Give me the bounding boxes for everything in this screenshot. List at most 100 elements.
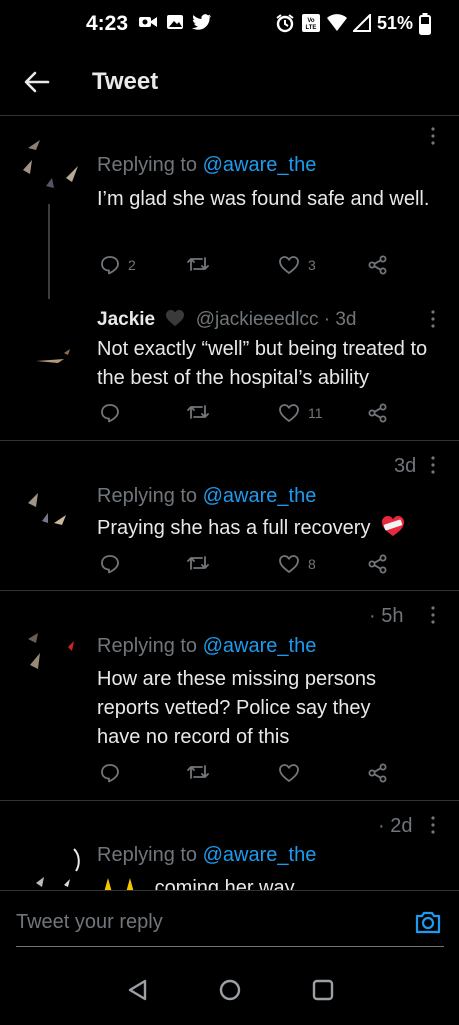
replying-prefix: Replying to xyxy=(97,635,198,657)
tweet-text: coming her way xyxy=(97,874,447,890)
reply-button[interactable] xyxy=(100,403,120,423)
heart-icon xyxy=(279,764,299,782)
twitter-bird-icon xyxy=(192,14,211,30)
replying-to-line: Replying to @aware_the xyxy=(97,844,316,867)
share-button[interactable] xyxy=(368,255,388,275)
like-count: 8 xyxy=(308,556,316,572)
battery-percentage: 51% xyxy=(377,13,414,33)
wifi-icon xyxy=(327,14,347,31)
tweet-text: How are these missing persons reports ve… xyxy=(97,668,377,748)
tweet-time: 3d xyxy=(394,455,417,477)
tweet-text: Praying she has a full recovery xyxy=(97,514,457,543)
mention-link[interactable]: @aware_the xyxy=(203,154,317,176)
tweet-card[interactable]: · 5h Replying to @aware_the How are thes… xyxy=(0,591,459,801)
like-button[interactable]: 3 xyxy=(278,255,316,275)
tweet-text-content: Praying she has a full recovery xyxy=(97,517,371,539)
heart-icon xyxy=(279,404,299,422)
share-button[interactable] xyxy=(368,554,388,574)
reply-feed[interactable]: Replying to @aware_the I’m glad she was … xyxy=(0,115,459,890)
status-bar: 4:23 Vo LTE 51% xyxy=(0,0,459,50)
status-time: 4:23 xyxy=(86,12,129,35)
input-underline xyxy=(16,946,444,947)
avatar[interactable] xyxy=(18,463,82,527)
nav-home-circle-icon[interactable] xyxy=(217,977,243,1003)
like-count: 11 xyxy=(308,405,323,421)
more-options-icon[interactable] xyxy=(428,455,438,475)
tweet-card[interactable]: Replying to @aware_the I’m glad she was … xyxy=(0,116,459,301)
gallery-icon xyxy=(167,15,183,29)
avatar[interactable] xyxy=(18,829,82,890)
share-icon xyxy=(368,403,387,423)
retweet-icon xyxy=(187,405,209,419)
tweet-card[interactable]: Jackie @jackieeedlcc · 3d Not exactly “w… xyxy=(0,301,459,441)
battery-icon xyxy=(419,13,431,35)
reply-count: 2 xyxy=(128,257,136,273)
top-app-bar: Tweet xyxy=(0,55,459,110)
replying-to-line: Replying to @aware_the xyxy=(97,485,316,508)
reply-button[interactable] xyxy=(100,763,120,783)
video-camera-icon xyxy=(139,17,157,27)
volte-icon: VoLTE xyxy=(302,14,320,32)
more-options-icon[interactable] xyxy=(428,309,438,329)
tweet-actions xyxy=(97,763,397,789)
tweet-header: Jackie @jackieeedlcc · 3d xyxy=(97,309,357,331)
replying-to-line: Replying to @aware_the xyxy=(97,154,316,177)
like-count: 3 xyxy=(308,257,316,273)
reply-icon xyxy=(101,256,119,275)
retweet-button[interactable] xyxy=(187,255,209,273)
tweet-text: Not exactly “well” but being treated to … xyxy=(97,338,428,389)
share-icon xyxy=(368,763,387,783)
retweet-button[interactable] xyxy=(187,403,209,421)
like-button[interactable] xyxy=(278,763,300,783)
back-arrow-icon[interactable] xyxy=(22,67,52,97)
tweet-card[interactable]: · 2d Replying to @aware_the coming her w… xyxy=(0,801,459,890)
heart-icon xyxy=(279,256,299,274)
camera-icon[interactable] xyxy=(414,909,442,935)
replying-prefix: Replying to xyxy=(97,154,198,176)
more-options-icon[interactable] xyxy=(428,605,438,625)
reply-icon xyxy=(101,555,119,574)
reply-button[interactable]: 2 xyxy=(100,255,136,275)
page-title: Tweet xyxy=(92,68,159,95)
reply-button[interactable] xyxy=(100,554,120,574)
tweet-actions: 11 xyxy=(97,403,397,429)
heart-icon xyxy=(279,555,299,573)
alarm-clock-icon xyxy=(276,14,294,33)
tweet-time: · 5h xyxy=(369,605,404,627)
tweet-text-content: coming her way xyxy=(154,877,295,890)
avatar[interactable] xyxy=(18,130,82,194)
tweet-actions: 8 xyxy=(97,554,397,580)
replying-to-line: Replying to @aware_the xyxy=(97,635,316,658)
mention-link[interactable]: @aware_the xyxy=(203,485,317,507)
tweet-time: · 2d xyxy=(378,815,413,837)
mention-link[interactable]: @aware_the xyxy=(203,635,317,657)
more-options-icon[interactable] xyxy=(428,815,438,835)
like-button[interactable]: 8 xyxy=(278,554,316,574)
mention-link[interactable]: @aware_the xyxy=(203,844,317,866)
reply-composer[interactable]: Tweet your reply xyxy=(0,890,459,950)
tweet-card[interactable]: 3d Replying to @aware_the Praying she ha… xyxy=(0,441,459,591)
replying-prefix: Replying to xyxy=(97,485,198,507)
retweet-button[interactable] xyxy=(187,554,209,572)
handle-and-time[interactable]: @jackieeedlcc · 3d xyxy=(196,309,357,330)
display-name[interactable]: Jackie xyxy=(97,309,155,330)
more-options-icon[interactable] xyxy=(428,126,438,146)
nav-back-triangle-icon[interactable] xyxy=(125,977,151,1003)
thread-line xyxy=(48,204,50,299)
reply-icon xyxy=(101,404,119,423)
avatar[interactable] xyxy=(18,613,82,677)
reply-input[interactable]: Tweet your reply xyxy=(16,911,163,934)
like-button[interactable]: 11 xyxy=(278,403,323,423)
tweet-text: I’m glad she was found safe and well. xyxy=(97,188,430,210)
retweet-icon xyxy=(187,556,209,570)
share-button[interactable] xyxy=(368,403,388,423)
black-heart-icon xyxy=(166,309,185,327)
share-button[interactable] xyxy=(368,763,388,783)
retweet-button[interactable] xyxy=(187,763,209,781)
tweet-actions: 2 3 xyxy=(97,255,397,281)
nav-recents-square-icon[interactable] xyxy=(310,977,336,1003)
share-icon xyxy=(368,554,387,574)
avatar[interactable] xyxy=(18,309,82,373)
retweet-icon xyxy=(187,257,209,271)
folded-hands-emoji-icon xyxy=(104,878,134,890)
